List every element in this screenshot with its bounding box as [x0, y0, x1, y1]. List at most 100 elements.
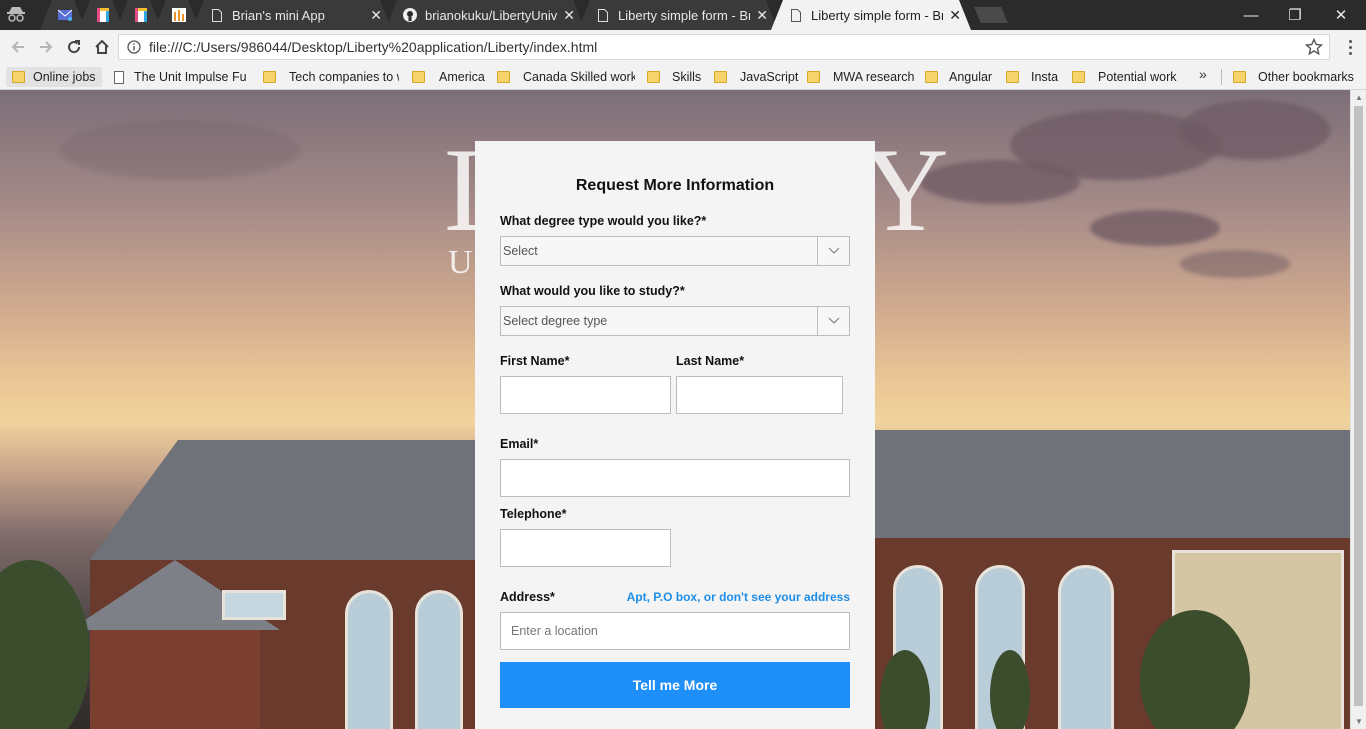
colorful-doc-icon [96, 8, 110, 22]
cloud [1180, 100, 1330, 160]
close-icon[interactable]: ✕ [370, 7, 382, 24]
last-name-label: Last Name* [676, 354, 745, 368]
email-field[interactable] [500, 459, 850, 497]
folder-icon [263, 71, 276, 83]
reload-button[interactable] [62, 35, 86, 59]
roof [90, 440, 490, 560]
building-window [1058, 565, 1114, 729]
tab-title: Liberty simple form - Bria [618, 7, 751, 23]
bookmark-item[interactable]: Canada Skilled work [497, 67, 635, 87]
close-icon[interactable]: ✕ [756, 7, 768, 24]
study-label: What would you like to study?* [500, 284, 685, 298]
bookmark-item[interactable]: The Unit Impulse Fu [114, 67, 248, 87]
form-title: Request More Information [575, 177, 775, 194]
folder-icon [1006, 71, 1019, 83]
home-button[interactable] [90, 35, 114, 59]
github-icon [403, 8, 417, 22]
building-window [415, 590, 463, 729]
last-name-field[interactable] [676, 376, 843, 414]
address-bar[interactable]: file:///C:/Users/986044/Desktop/Liberty%… [118, 34, 1330, 60]
cloud [1090, 210, 1220, 246]
degree-type-value: Select [503, 244, 538, 258]
window-close-button[interactable]: ✕ [1318, 0, 1364, 30]
telephone-label: Telephone* [500, 507, 567, 521]
roof [875, 430, 1350, 540]
chevron-down-icon [817, 307, 849, 335]
close-icon[interactable]: ✕ [563, 7, 575, 24]
scroll-down-arrow-icon[interactable]: ▼ [1355, 717, 1363, 726]
address-url[interactable]: file:///C:/Users/986044/Desktop/Liberty%… [149, 39, 597, 55]
logo-sub-letter: U [448, 244, 473, 281]
incognito-icon [7, 7, 25, 22]
first-name-field[interactable] [500, 376, 671, 414]
scrollbar-thumb[interactable] [1354, 106, 1363, 706]
chart-icon [172, 8, 186, 22]
info-icon[interactable] [127, 40, 141, 54]
bookmarks-bar: Online jobs The Unit Impulse Fu Tech com… [0, 64, 1366, 90]
bookmark-item[interactable]: Angular [925, 67, 997, 87]
email-label: Email* [500, 437, 539, 451]
browser-toolbar: file:///C:/Users/986044/Desktop/Liberty%… [0, 30, 1366, 64]
tab-6[interactable]: Liberty simple form - Bria ✕ [578, 0, 778, 30]
chevron-down-icon [817, 237, 849, 265]
home-icon [95, 39, 109, 54]
address-help-link[interactable]: Apt, P.O box, or don't see your address [627, 590, 850, 604]
pavilion [90, 630, 260, 729]
tab-title: brianokuku/LibertyUniver [425, 7, 558, 23]
address-field[interactable] [500, 612, 850, 650]
folder-icon [647, 71, 660, 83]
bookmarks-overflow-chevron[interactable]: » [1199, 66, 1207, 82]
arrow-right-icon [40, 41, 53, 53]
restore-button[interactable]: ❐ [1272, 0, 1318, 30]
page-icon [210, 8, 224, 22]
logo-letter: Y [862, 123, 949, 256]
bookmark-item[interactable]: Tech companies to w [263, 67, 399, 87]
other-bookmarks[interactable]: Other bookmarks [1233, 67, 1355, 87]
colorful-doc-icon [134, 8, 148, 22]
bookmark-item[interactable]: America [412, 67, 488, 87]
browser-menu-button[interactable] [1340, 36, 1360, 58]
folder-icon [1072, 71, 1085, 83]
minimize-button[interactable]: — [1228, 0, 1274, 30]
forward-button[interactable] [34, 35, 58, 59]
bookmark-item[interactable]: Online jobs [6, 67, 102, 87]
page-icon [596, 8, 610, 22]
reload-icon [68, 40, 81, 54]
building-window [345, 590, 393, 729]
folder-icon [12, 71, 25, 83]
bookmark-item[interactable]: JavaScript [714, 67, 800, 87]
degree-type-label: What degree type would you like?* [500, 214, 707, 228]
new-tab-button[interactable] [974, 7, 1008, 23]
tab-7-active[interactable]: Liberty simple form - Bria ✕ [771, 0, 971, 30]
back-button[interactable] [6, 35, 30, 59]
cloud [60, 120, 300, 180]
bookmark-item[interactable]: Skills [647, 67, 707, 87]
study-select[interactable]: Select degree type [500, 306, 850, 336]
building-window [222, 590, 286, 620]
folder-icon [497, 71, 510, 83]
folder-icon [1233, 71, 1246, 83]
mail-icon [58, 8, 72, 22]
folder-icon [412, 71, 425, 83]
tab-strip: Brian's mini App ✕ brianokuku/LibertyUni… [0, 0, 1366, 30]
tab-5[interactable]: brianokuku/LibertyUniver ✕ [385, 0, 585, 30]
tell-me-more-button[interactable]: Tell me More [500, 662, 850, 708]
page-icon [114, 70, 124, 84]
bookmark-star-icon[interactable] [1305, 38, 1323, 56]
tab-4[interactable]: Brian's mini App ✕ [192, 0, 392, 30]
address-label: Address* [500, 590, 555, 604]
folder-icon [807, 71, 820, 83]
study-value: Select degree type [503, 314, 608, 328]
page-scrollbar[interactable]: ▲ ▼ [1350, 90, 1366, 729]
bookmark-item[interactable]: MWA research [807, 67, 915, 87]
degree-type-select[interactable]: Select [500, 236, 850, 266]
bookmark-item[interactable]: Potential work [1072, 67, 1180, 87]
folder-icon [925, 71, 938, 83]
bookmark-item[interactable]: Insta [1006, 67, 1062, 87]
close-icon[interactable]: ✕ [949, 7, 961, 24]
scroll-up-arrow-icon[interactable]: ▲ [1355, 93, 1363, 102]
bookmarks-divider [1221, 69, 1222, 85]
telephone-field[interactable] [500, 529, 671, 567]
tree [0, 560, 90, 729]
tab-title: Brian's mini App [232, 7, 325, 23]
